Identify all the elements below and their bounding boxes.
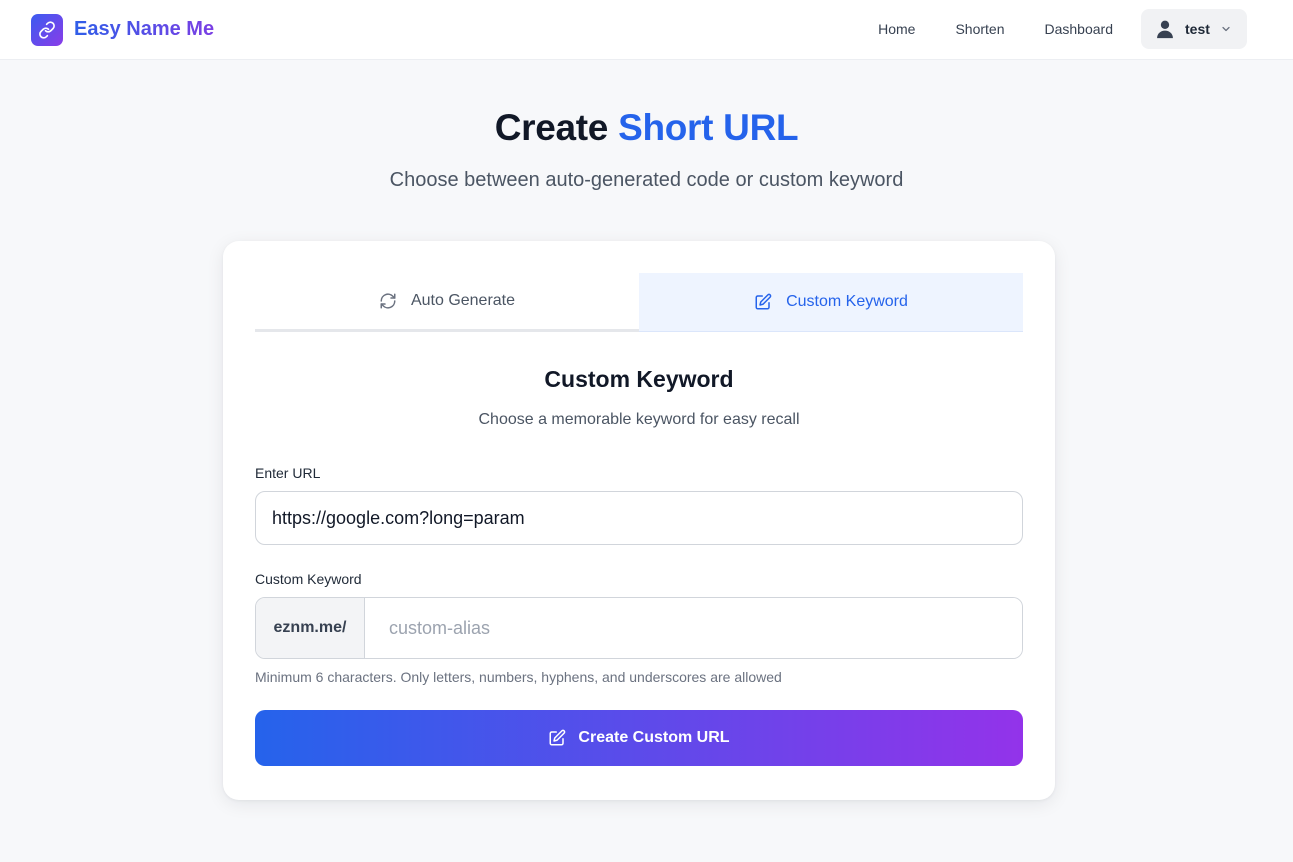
- url-input[interactable]: [255, 491, 1023, 545]
- page-title-accent: Short URL: [618, 107, 799, 148]
- keyword-prefix: eznm.me/: [256, 598, 365, 658]
- keyword-label: Custom Keyword: [255, 571, 362, 587]
- page-title: Create Short URL: [0, 107, 1293, 149]
- refresh-icon: [380, 293, 396, 309]
- edit-icon: [549, 729, 566, 746]
- chevron-down-icon: [1222, 26, 1230, 32]
- user-menu-button[interactable]: test: [1141, 9, 1247, 49]
- nav-dashboard[interactable]: Dashboard: [1045, 21, 1114, 37]
- keyword-hint: Minimum 6 characters. Only letters, numb…: [255, 669, 782, 685]
- tab-auto-generate-label: Auto Generate: [410, 292, 516, 309]
- shorten-card: Auto Generate Custom Keyword Custom Keyw…: [223, 241, 1055, 800]
- user-name: test: [1185, 21, 1210, 37]
- keyword-input[interactable]: [365, 598, 1022, 658]
- tab-custom-keyword[interactable]: Custom Keyword: [639, 273, 1023, 332]
- edit-icon: [755, 293, 772, 310]
- create-custom-url-button[interactable]: Create Custom URL: [255, 710, 1023, 766]
- form-title: Custom Keyword: [544, 366, 734, 392]
- hero: Create Short URL Choose between auto-gen…: [0, 107, 1293, 192]
- keyword-input-group: eznm.me/: [255, 597, 1023, 659]
- url-label: Enter URL: [255, 465, 321, 481]
- page-title-prefix: Create: [494, 107, 619, 148]
- nav-home[interactable]: Home: [878, 21, 915, 37]
- brand[interactable]: Easy Name Me: [31, 13, 215, 46]
- top-navbar: Easy Name Me Home Shorten Dashboard test: [0, 0, 1293, 60]
- form-subtitle: Choose a memorable keyword for easy reca…: [478, 411, 800, 428]
- brand-name: Easy Name Me: [74, 18, 215, 40]
- tab-auto-generate[interactable]: Auto Generate: [255, 273, 639, 332]
- user-icon: [1157, 20, 1173, 39]
- tab-custom-keyword-label: Custom Keyword: [786, 293, 908, 310]
- mode-tabs: Auto Generate Custom Keyword: [255, 273, 1023, 332]
- create-custom-url-label: Create Custom URL: [578, 729, 730, 746]
- link-icon: [31, 13, 63, 46]
- nav-shorten[interactable]: Shorten: [955, 21, 1004, 37]
- nav-links: Home Shorten Dashboard test: [878, 9, 1247, 49]
- page-subtitle: Choose between auto-generated code or cu…: [389, 169, 904, 191]
